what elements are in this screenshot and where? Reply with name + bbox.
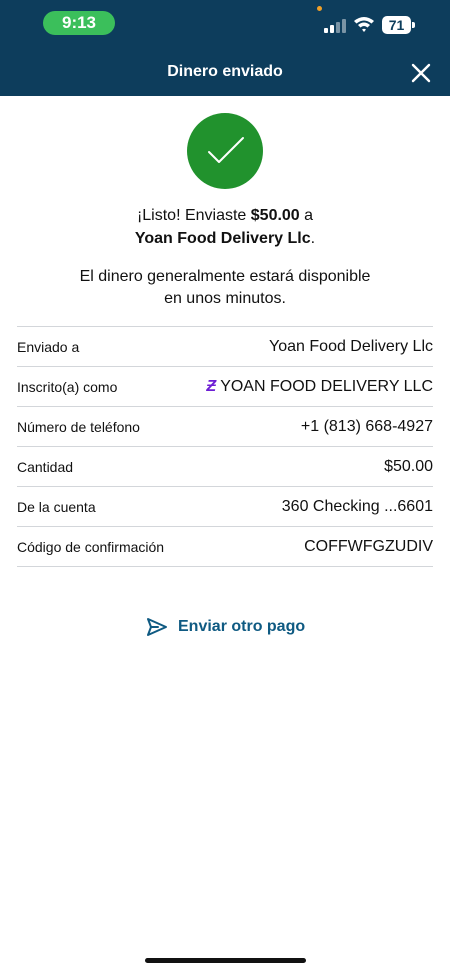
confirmation-recipient-line: Yoan Food Delivery Llc. (0, 228, 450, 250)
detail-row-confirmation-code: Código de confirmación COFFWFGZUDIV (17, 527, 433, 567)
detail-value: $50.00 (384, 457, 433, 475)
send-again-label: Enviar otro pago (178, 618, 306, 635)
detail-label: Cantidad (17, 458, 74, 475)
detail-label: Inscrito(a) como (17, 378, 118, 395)
transfer-details: Enviado a Yoan Food Delivery Llc Inscrit… (17, 326, 433, 567)
detail-label: Enviado a (17, 338, 80, 355)
detail-value-enrolled: Ƶ YOAN FOOD DELIVERY LLC (206, 378, 433, 396)
detail-label: De la cuenta (17, 498, 96, 515)
confirmation-prefix: ¡Listo! Enviaste (136, 207, 251, 224)
battery-level: 71 (382, 16, 411, 34)
cellular-signal-icon (324, 17, 348, 33)
recipient-period: . (310, 230, 316, 247)
detail-row-enrolled-as: Inscrito(a) como Ƶ YOAN FOOD DELIVERY LL… (17, 367, 433, 407)
privacy-indicator-dot (317, 6, 322, 11)
wifi-icon (354, 17, 374, 32)
detail-value: COFFWFGZUDIV (304, 537, 433, 555)
detail-row-phone: Número de teléfono +1 (813) 668-4927 (17, 407, 433, 447)
detail-value: +1 (813) 668-4927 (300, 417, 433, 435)
confirmation-recipient: Yoan Food Delivery Llc (134, 230, 311, 247)
close-icon[interactable] (408, 60, 434, 86)
zelle-icon: Ƶ (206, 377, 217, 395)
send-another-payment-button[interactable]: Enviar otro pago (146, 614, 305, 640)
availability-line-2: en unos minutos. (164, 290, 286, 307)
status-time: 9:13 (43, 11, 115, 35)
detail-value: 360 Checking ...6601 (281, 497, 433, 515)
availability-line-1: El dinero generalmente estará disponible (79, 268, 371, 285)
battery-tip (412, 22, 415, 28)
send-icon (147, 618, 167, 636)
detail-row-amount: Cantidad $50.00 (17, 447, 433, 487)
enrolled-name: YOAN FOOD DELIVERY LLC (220, 377, 433, 395)
detail-row-sent-to: Enviado a Yoan Food Delivery Llc (17, 327, 433, 367)
detail-label: Número de teléfono (17, 418, 140, 435)
detail-row-from-account: De la cuenta 360 Checking ...6601 (17, 487, 433, 527)
home-indicator[interactable] (145, 958, 306, 963)
detail-value: Yoan Food Delivery Llc (269, 337, 433, 355)
success-check-icon (187, 113, 263, 189)
app-header: 9:13 71 Dinero enviado (0, 0, 450, 96)
confirmation-amount: $50.00 (250, 207, 300, 224)
confirmation-suffix: a (299, 207, 314, 224)
confirmation-message: ¡Listo! Enviaste $50.00 a (0, 205, 450, 227)
page-title: Dinero enviado (167, 63, 283, 80)
detail-label: Código de confirmación (17, 538, 165, 555)
